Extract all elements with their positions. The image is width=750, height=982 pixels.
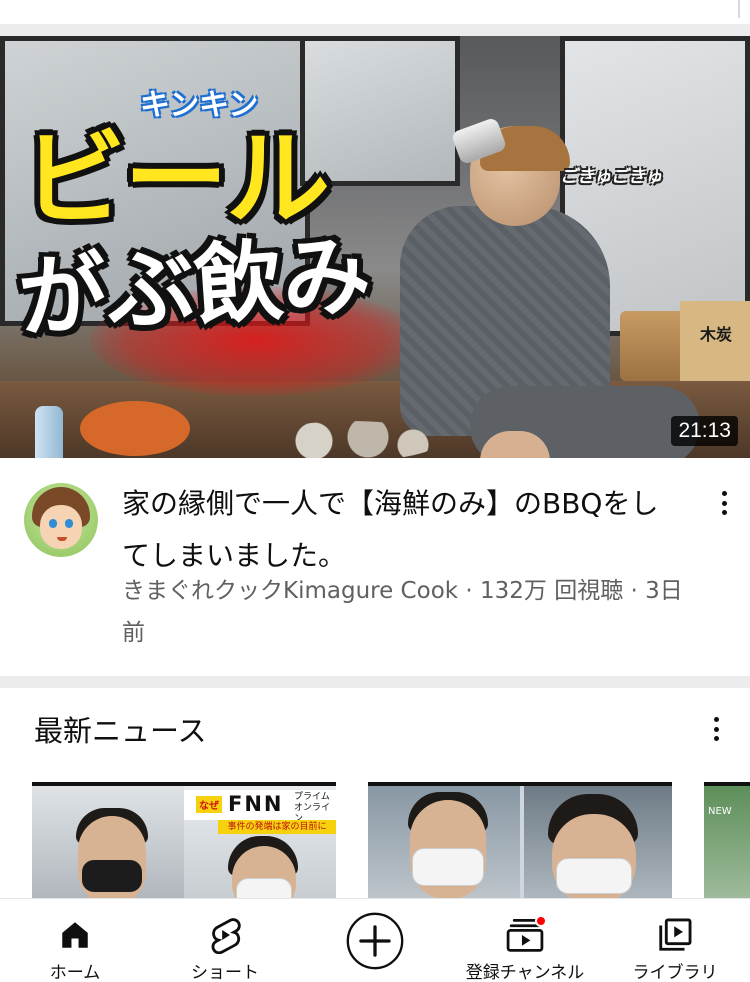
section-separator: [0, 24, 750, 36]
thumb-caption-small: キンキン: [140, 88, 259, 123]
news-card[interactable]: なぜ FNN プライム オンライン 事件の発端は家の目前に: [32, 782, 336, 898]
news-card-label: NEW: [708, 806, 732, 817]
nav-subscriptions[interactable]: 登録チャンネル: [450, 899, 600, 982]
video-title[interactable]: 家の縁側で一人で【海鮮のみ】のBBQをしてしまいました。: [122, 478, 682, 582]
fnn-badge: なぜ: [196, 796, 222, 813]
thumb-caption-side: ごきゅごきゅ: [560, 167, 662, 187]
nav-create[interactable]: [300, 899, 450, 982]
nav-library[interactable]: ライブラリ: [600, 899, 750, 982]
nav-home[interactable]: ホーム: [0, 899, 150, 982]
news-person-mask: [236, 878, 292, 898]
create-icon: [345, 909, 405, 973]
video-meta: 家の縁側で一人で【海鮮のみ】のBBQをしてしまいました。 きまぐれクックKima…: [0, 458, 750, 676]
news-card[interactable]: [368, 782, 672, 898]
video-duration-badge: 21:13: [671, 416, 738, 446]
news-shelf: 最新ニュース なぜ FNN プライム オンライン 事件の発端は家の目前に NEW: [0, 688, 750, 898]
nav-subscriptions-label: 登録チャンネル: [465, 963, 585, 982]
section-separator: [0, 676, 750, 688]
news-shelf-title: 最新ニュース: [34, 714, 207, 748]
shelf-more-icon[interactable]: [704, 714, 728, 744]
home-icon: [45, 915, 105, 954]
news-person-mask: [412, 848, 484, 886]
nav-library-label: ライブラリ: [632, 963, 718, 982]
news-person-mask: [556, 858, 632, 894]
shorts-icon: [195, 915, 255, 954]
bottom-nav: ホーム ショート 登録チャンネル ライブラリ: [0, 898, 750, 982]
fnn-strip: 事件の発端は家の目前に: [218, 820, 336, 834]
avatar-face: [40, 505, 82, 549]
scroll-edge: [738, 0, 740, 18]
thumb-bottle: [35, 406, 63, 458]
thumb-tray: [80, 401, 190, 456]
avatar-eye: [49, 519, 57, 528]
news-thumb: [704, 786, 750, 898]
news-person-mask: [82, 860, 142, 892]
avatar-eye: [65, 519, 73, 528]
fnn-logo: FNN: [228, 792, 284, 816]
nav-shorts-label: ショート: [191, 963, 259, 982]
video-more-icon[interactable]: [712, 488, 736, 518]
video-thumbnail[interactable]: 木炭 ビール キンキン がぶ飲み ごきゅごきゅ 21:13: [0, 36, 750, 458]
thumb-caption-sub: がぶ飲み: [15, 222, 374, 351]
notification-dot: [535, 915, 547, 927]
previous-card-tail: [0, 0, 750, 24]
video-meta-line: きまぐれクックKimagure Cook · 132万 回視聴 · 3日前: [122, 578, 683, 646]
news-card[interactable]: NEW: [704, 782, 750, 898]
library-icon: [645, 915, 705, 954]
nav-shorts[interactable]: ショート: [150, 899, 300, 982]
subscriptions-icon: [495, 915, 555, 954]
thumb-shells: [260, 421, 440, 458]
nav-home-label: ホーム: [49, 963, 101, 982]
thumb-box-label: 木炭: [700, 325, 733, 344]
channel-avatar[interactable]: [24, 483, 98, 557]
